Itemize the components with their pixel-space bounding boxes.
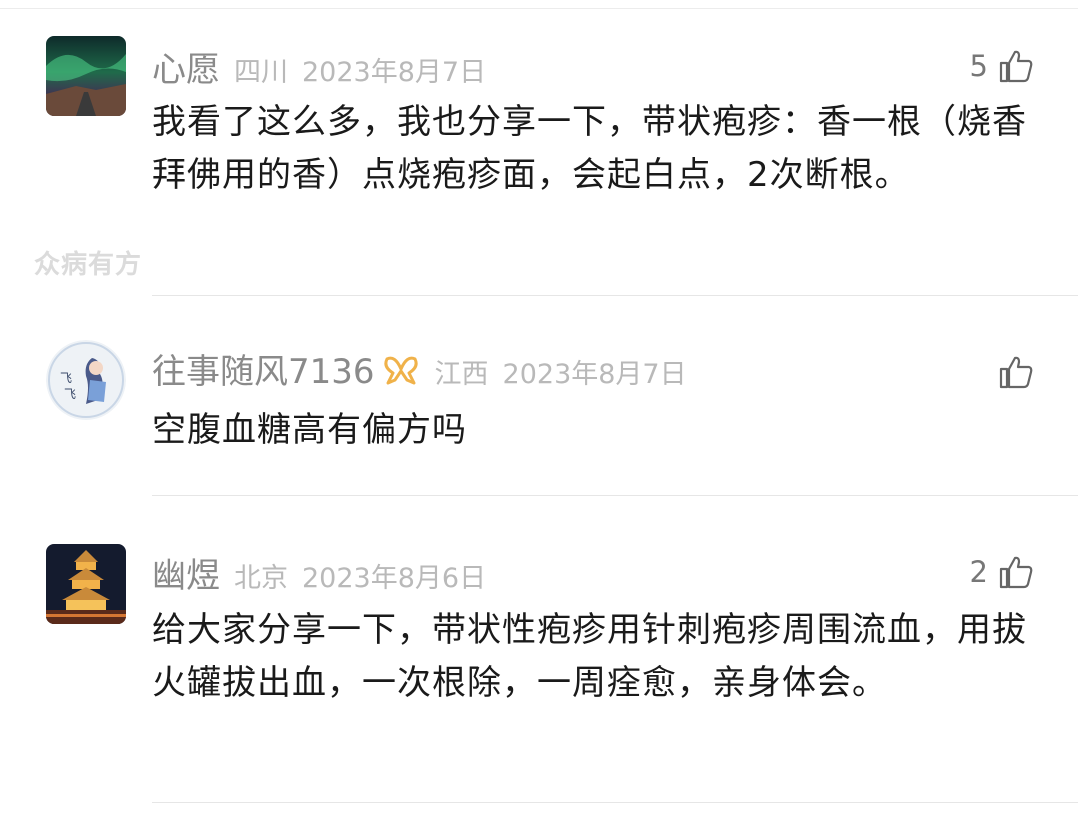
pagoda-night-avatar[interactable]	[46, 544, 126, 624]
comment-text: 空腹血糖高有偏方吗	[152, 410, 467, 450]
watermark: 众病有方	[34, 250, 143, 280]
comment-date: 2023年8月7日	[502, 359, 687, 390]
username[interactable]: 往事随风7136	[152, 344, 375, 393]
svg-text:飞: 飞	[60, 371, 72, 385]
comment-date: 2023年8月7日	[302, 57, 487, 88]
location-label: 江西	[434, 359, 489, 390]
anime-girl-avatar[interactable]: 飞 飞	[46, 340, 126, 420]
thumbs-up-icon	[999, 50, 1033, 83]
comment-divider	[152, 495, 1078, 496]
svg-text:飞: 飞	[64, 387, 76, 401]
comment-text: 给大家分享一下，带状性疱疹用针刺疱疹周围流血，用拔火罐拔出血，一次根除，一周痊愈…	[152, 610, 1027, 703]
comment-divider	[152, 802, 1078, 803]
location-label: 四川	[234, 57, 288, 88]
comment-list: 心愿 四川 2023年8月7日 5 我看了这么多，我也分享一下，带状疱疹：香一根…	[0, 0, 1078, 836]
username[interactable]: 幽煜	[152, 548, 220, 597]
like-count: 2	[969, 555, 988, 589]
like-button[interactable]: 5	[970, 46, 1034, 86]
aurora-landscape-avatar[interactable]	[46, 36, 126, 116]
location-label: 北京	[234, 563, 288, 594]
top-divider	[0, 8, 1078, 9]
vip-ribbon-icon	[383, 356, 418, 385]
comment-date: 2023年8月6日	[302, 563, 487, 594]
thumbs-up-icon	[999, 356, 1033, 389]
comment-divider	[152, 295, 1078, 296]
like-button[interactable]	[988, 352, 1034, 392]
like-count: 5	[969, 49, 988, 83]
username[interactable]: 心愿	[152, 42, 220, 91]
comment-text: 我看了这么多，我也分享一下，带状疱疹：香一根（烧香拜佛用的香）点烧疱疹面，会起白…	[152, 102, 1027, 195]
like-button[interactable]: 2	[970, 552, 1034, 592]
thumbs-up-icon	[999, 556, 1033, 589]
